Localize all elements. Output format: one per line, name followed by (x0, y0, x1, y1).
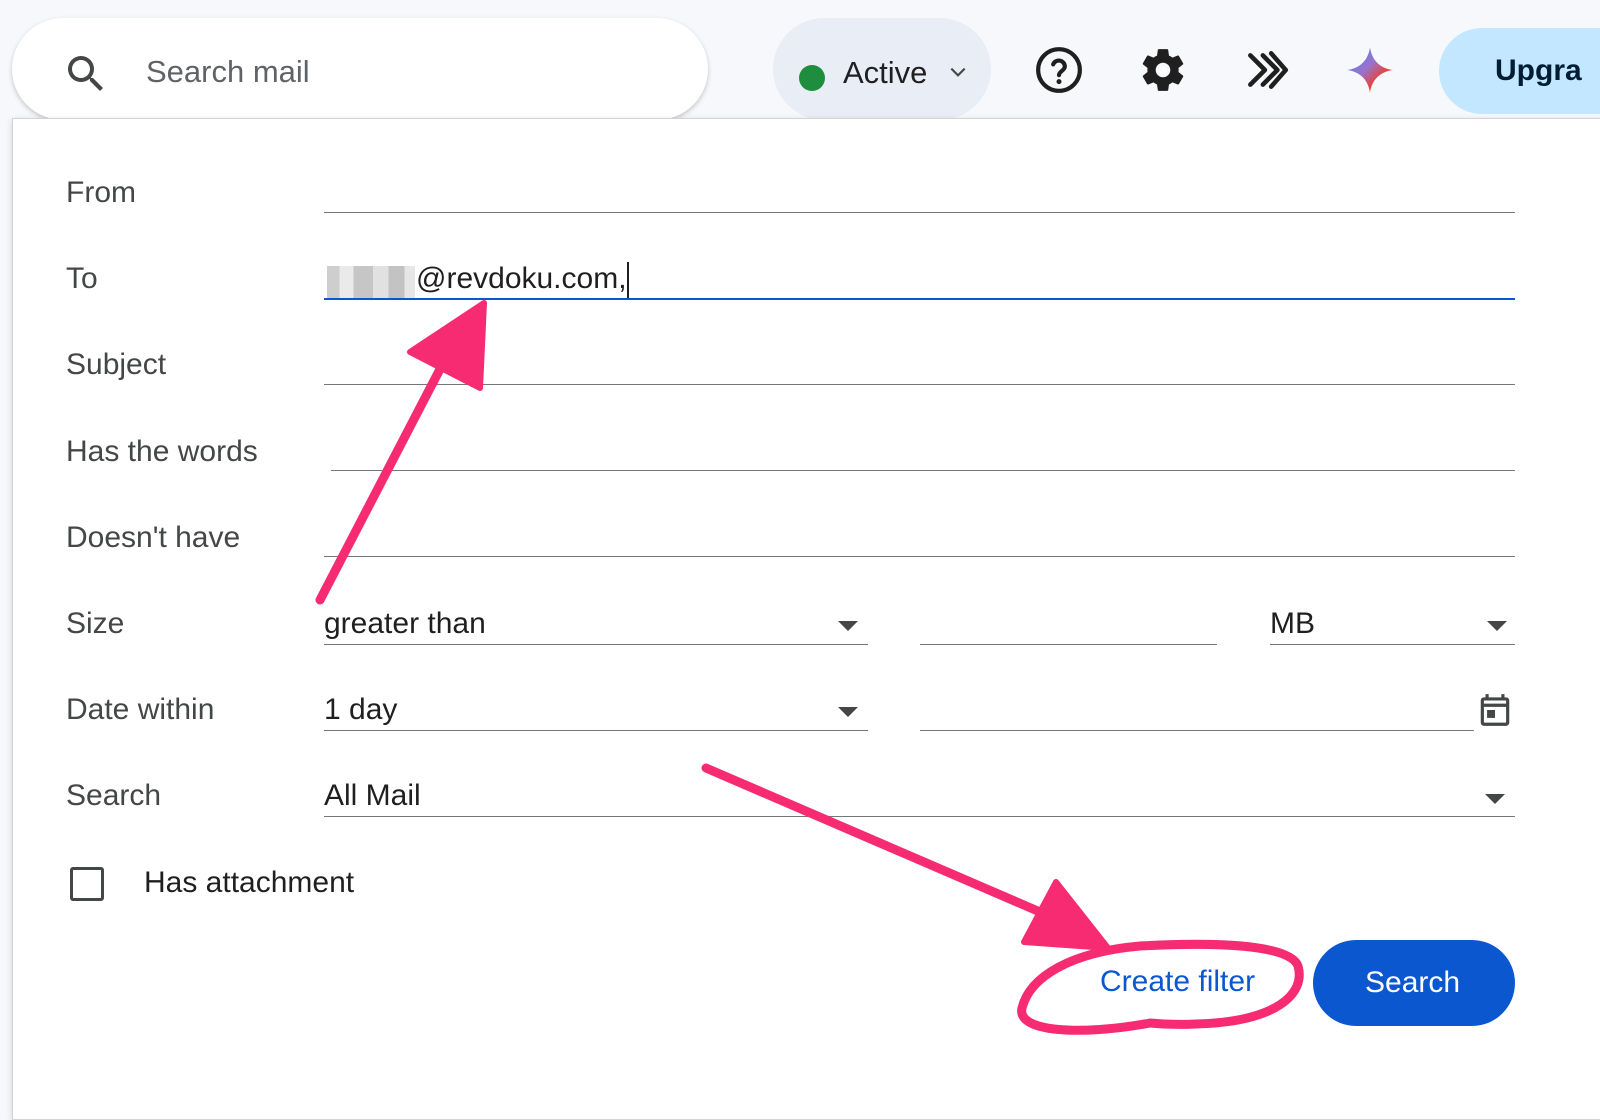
from-input[interactable] (324, 212, 1515, 213)
has-attachment-checkbox[interactable] (70, 867, 104, 901)
search-icon[interactable] (62, 50, 110, 98)
text-cursor (627, 262, 629, 300)
has-attachment-label[interactable]: Has attachment (144, 865, 354, 901)
subject-label: Subject (66, 348, 167, 381)
doesnt-have-input[interactable] (324, 556, 1515, 557)
size-unit-underline (1270, 644, 1515, 645)
search-input[interactable] (144, 48, 668, 96)
settings-icon[interactable] (1138, 45, 1188, 95)
calendar-icon[interactable] (1476, 690, 1514, 730)
create-filter-label: Create filter (1100, 965, 1256, 998)
to-label: To (66, 262, 98, 295)
status-dropdown[interactable]: Active (773, 18, 991, 120)
chevron-down-icon (950, 67, 966, 77)
date-within-dropdown-icon[interactable] (838, 707, 858, 717)
to-input[interactable] (324, 298, 1515, 300)
size-unit-select[interactable]: MB (1270, 606, 1315, 642)
create-filter-button[interactable]: Create filter (1080, 955, 1290, 1011)
has-words-input[interactable] (331, 470, 1515, 471)
from-label: From (66, 176, 136, 209)
size-label: Size (66, 607, 125, 640)
size-unit-dropdown-icon[interactable] (1487, 621, 1507, 631)
gemini-apps-icon[interactable] (1242, 45, 1292, 95)
status-label: Active (843, 55, 928, 90)
search-button-label: Search (1365, 966, 1461, 999)
size-operator-select[interactable]: greater than (324, 606, 486, 642)
date-within-label: Date within (66, 693, 215, 726)
status-dot-icon (799, 65, 825, 91)
subject-input[interactable] (324, 384, 1515, 385)
size-value-input[interactable] (920, 644, 1217, 645)
date-within-underline (324, 730, 868, 731)
has-words-label: Has the words (66, 435, 258, 468)
search-bar[interactable] (12, 18, 708, 120)
doesnt-have-label: Doesn't have (66, 521, 241, 554)
search-scope-dropdown-icon[interactable] (1485, 794, 1505, 804)
gemini-icon[interactable] (1345, 45, 1395, 95)
help-icon[interactable] (1034, 45, 1084, 95)
search-scope-label: Search (66, 779, 162, 812)
size-operator-dropdown-icon[interactable] (838, 621, 858, 631)
upgrade-label: Upgra (1495, 54, 1582, 87)
search-scope-select[interactable]: All Mail (324, 778, 421, 814)
date-within-select[interactable]: 1 day (324, 692, 397, 728)
date-input[interactable] (920, 730, 1474, 731)
to-input-value[interactable]: @revdoku.com, (416, 261, 627, 297)
size-operator-underline (324, 644, 868, 645)
search-scope-underline (324, 816, 1515, 817)
search-button[interactable]: Search (1313, 940, 1515, 1026)
redacted-text (327, 266, 415, 298)
upgrade-button[interactable]: Upgra (1439, 28, 1600, 114)
